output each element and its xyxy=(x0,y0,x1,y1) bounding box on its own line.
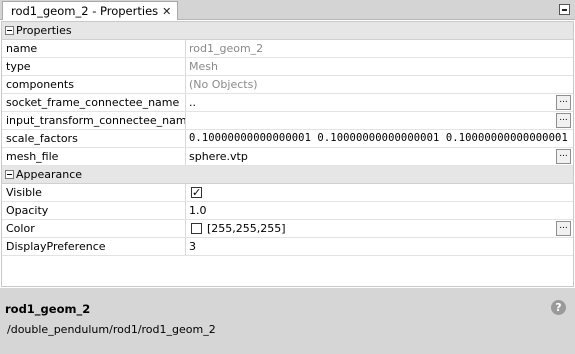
panel-titlebar: rod1_geom_2 - Properties ✕ xyxy=(0,0,575,20)
help-icon[interactable]: ? xyxy=(551,300,566,315)
property-value: Mesh xyxy=(189,60,218,73)
property-label: name xyxy=(2,40,186,57)
property-row-scale-factors[interactable]: scale_factors 0.10000000000000001 0.1000… xyxy=(2,130,573,148)
property-label: DisplayPreference xyxy=(2,238,186,255)
property-label: scale_factors xyxy=(2,130,186,147)
property-value[interactable]: 1.0 xyxy=(186,202,573,219)
section-label: Properties xyxy=(16,24,72,37)
property-label: Opacity xyxy=(2,202,186,219)
property-label: Color xyxy=(2,220,186,237)
property-value-cell[interactable] xyxy=(186,184,573,201)
collapse-icon[interactable] xyxy=(5,170,14,179)
minimize-icon[interactable] xyxy=(559,4,570,15)
property-value[interactable]: 3 xyxy=(186,238,573,255)
property-row-display-preference[interactable]: DisplayPreference 3 xyxy=(2,238,573,256)
property-row-input-transform[interactable]: input_transform_connectee_name ... xyxy=(2,112,573,130)
section-appearance[interactable]: Appearance xyxy=(2,166,573,184)
tab-properties[interactable]: rod1_geom_2 - Properties ✕ xyxy=(2,1,179,20)
info-title: rod1_geom_2 xyxy=(5,302,91,316)
property-label: components xyxy=(2,76,186,93)
property-row-mesh-file[interactable]: mesh_file sphere.vtp ... xyxy=(2,148,573,166)
property-grid: Properties name rod1_geom_2 type Mesh co… xyxy=(1,21,574,287)
property-label: Visible xyxy=(2,184,186,201)
property-value: rod1_geom_2 xyxy=(189,42,264,55)
collapse-icon[interactable] xyxy=(5,26,14,35)
browse-button[interactable]: ... xyxy=(556,113,571,128)
property-value-cell[interactable]: ... xyxy=(186,112,573,129)
color-swatch[interactable] xyxy=(191,223,202,234)
property-value: (No Objects) xyxy=(189,78,258,91)
property-value-cell[interactable]: [255,255,255] ... xyxy=(186,220,573,237)
property-label: type xyxy=(2,58,186,75)
visible-checkbox[interactable] xyxy=(191,184,202,201)
property-row-visible[interactable]: Visible xyxy=(2,184,573,202)
property-label: mesh_file xyxy=(2,148,186,165)
tab-title: rod1_geom_2 - Properties xyxy=(11,3,159,18)
property-value[interactable]: sphere.vtp xyxy=(189,150,248,163)
section-properties[interactable]: Properties xyxy=(2,22,573,40)
close-icon[interactable]: ✕ xyxy=(162,6,171,17)
property-row-name[interactable]: name rod1_geom_2 xyxy=(2,40,573,58)
info-path: /double_pendulum/rod1/rod1_geom_2 xyxy=(7,323,216,336)
section-label: Appearance xyxy=(16,168,83,181)
property-value-cell[interactable]: .. ... xyxy=(186,94,573,111)
browse-button[interactable]: ... xyxy=(556,221,571,236)
property-value: [255,255,255] xyxy=(207,222,286,235)
info-panel: rod1_geom_2 /double_pendulum/rod1/rod1_g… xyxy=(0,288,575,354)
browse-button[interactable]: ... xyxy=(556,95,571,110)
property-row-opacity[interactable]: Opacity 1.0 xyxy=(2,202,573,220)
property-label: socket_frame_connectee_name xyxy=(2,94,186,111)
property-row-color[interactable]: Color [255,255,255] ... xyxy=(2,220,573,238)
property-row-type[interactable]: type Mesh xyxy=(2,58,573,76)
property-row-components[interactable]: components (No Objects) xyxy=(2,76,573,94)
browse-button[interactable]: ... xyxy=(556,149,571,164)
property-label: input_transform_connectee_name xyxy=(2,112,186,129)
property-value[interactable]: .. xyxy=(189,96,196,109)
property-value-cell[interactable]: sphere.vtp ... xyxy=(186,148,573,165)
property-value[interactable]: 0.10000000000000001 0.10000000000000001 … xyxy=(186,130,573,147)
property-row-socket-frame[interactable]: socket_frame_connectee_name .. ... xyxy=(2,94,573,112)
